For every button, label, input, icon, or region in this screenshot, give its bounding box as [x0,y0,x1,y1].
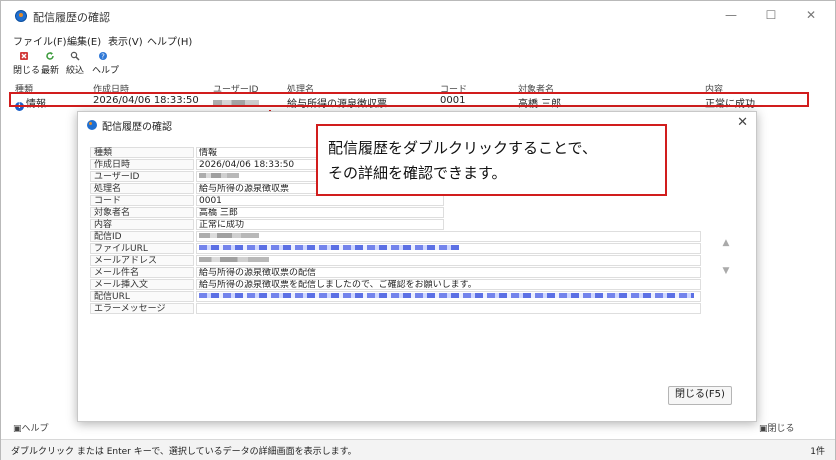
field-value-masked [196,231,701,242]
detail-row-delivery-id: 配信ID [90,231,701,243]
field-label: 種類 [90,147,194,158]
close-x-icon [20,52,28,60]
field-label: 配信ID [90,231,194,242]
field-value: 高橋 三郎 [196,207,444,218]
detail-row-email: メールアドレス [90,255,701,267]
detail-row-mail-body: メール挿入文 給与所得の源泉徴収票を配信しましたので、ご確認をお願いします。 [90,279,701,291]
field-label: エラーメッセージ [90,303,194,314]
filter-tool-label: 絞込 [65,66,84,76]
arrow-up-icon[interactable]: ▲ [721,238,731,248]
menu-help[interactable]: ヘルプ(H) [147,33,192,48]
annotation-callout: 配信履歴をダブルクリックすることで、 その詳細を確認できます。 [316,124,667,196]
bottom-tool-bar: ▣ヘルプ ▣閉じる [1,420,835,436]
field-value: 0001 [196,195,444,206]
menu-edit[interactable]: 編集(E) [67,33,101,48]
field-label: 処理名 [90,183,194,194]
dialog-close-button[interactable]: 閉じる(F5) [668,386,732,405]
svg-text:?: ? [101,53,105,61]
menu-view[interactable]: 表示(V) [108,33,143,48]
status-bar: ダブルクリック または Enter キーで、選択しているデータの詳細画面を表示し… [1,439,835,460]
field-value: 給与所得の源泉徴収票を配信しましたので、ご確認をお願いします。 [196,279,701,290]
field-value-masked-link[interactable] [196,243,701,254]
detail-row-mail-subject: メール件名 給与所得の源泉徴収票の配信 [90,267,701,279]
field-label: メール挿入文 [90,279,194,290]
field-label: 配信URL [90,291,194,302]
bottom-close-label: 閉じる [767,424,795,434]
record-count: 1件 [810,447,825,457]
app-icon [15,10,27,22]
field-label: コード [90,195,194,206]
dialog-title: 配信履歴の確認 [102,122,172,133]
menu-file[interactable]: ファイル(F) [13,33,67,48]
maximize-button[interactable]: ☐ [751,5,791,25]
toolbar: 閉じる 最新 絞込 ? ヘルプ [1,50,835,80]
help-icon: ? [99,52,107,61]
bottom-close-button[interactable]: ▣閉じる [759,421,795,434]
detail-row-file-url: ファイルURL [90,243,701,255]
minimize-button[interactable]: — [711,5,751,25]
field-label: ユーザーID [90,171,194,182]
detail-row-code: コード 0001 [90,195,701,207]
bottom-help-label: ヘルプ [21,424,49,434]
field-label: ファイルURL [90,243,194,254]
refresh-tool-label: 最新 [40,66,59,76]
window-title: 配信履歴の確認 [33,11,110,24]
close-tool-button[interactable]: 閉じる [13,50,41,76]
bottom-help-button[interactable]: ▣ヘルプ [13,421,49,434]
row-highlight-outline [9,92,809,107]
close-tool-label: 閉じる [13,66,41,76]
app-icon [87,120,97,130]
field-label: メールアドレス [90,255,194,266]
refresh-icon [46,52,54,60]
title-bar: 配信履歴の確認 — ☐ ✕ [1,1,835,29]
close-window-button[interactable]: ✕ [791,5,831,25]
help-tool-button[interactable]: ? ヘルプ [92,50,120,76]
detail-row-error: エラーメッセージ [90,303,701,315]
field-value-masked-link[interactable] [196,291,701,302]
field-label: 対象者名 [90,207,194,218]
callout-line-1: 配信履歴をダブルクリックすることで、 [328,139,597,157]
field-value: 正常に成功 [196,219,444,230]
search-icon [70,51,80,61]
dialog-close-icon[interactable]: ✕ [737,115,748,130]
field-label: 内容 [90,219,194,230]
field-value: 給与所得の源泉徴収票の配信 [196,267,701,278]
detail-row-content: 内容 正常に成功 [90,219,701,231]
status-text: ダブルクリック または Enter キーで、選択しているデータの詳細画面を表示し… [11,447,357,457]
arrow-down-icon[interactable]: ▼ [721,266,731,276]
menu-bar: ファイル(F) 編集(E) 表示(V) ヘルプ(H) [1,33,835,49]
help-tool-label: ヘルプ [92,66,120,76]
detail-row-target: 対象者名 高橋 三郎 [90,207,701,219]
field-value-masked [196,255,701,266]
field-value [196,303,701,314]
field-label: メール件名 [90,267,194,278]
detail-row-delivery-url: 配信URL [90,291,701,303]
callout-line-2: その詳細を確認できます。 [328,164,507,182]
field-label: 作成日時 [90,159,194,170]
filter-tool-button[interactable]: 絞込 [64,50,86,76]
refresh-tool-button[interactable]: 最新 [39,50,61,76]
